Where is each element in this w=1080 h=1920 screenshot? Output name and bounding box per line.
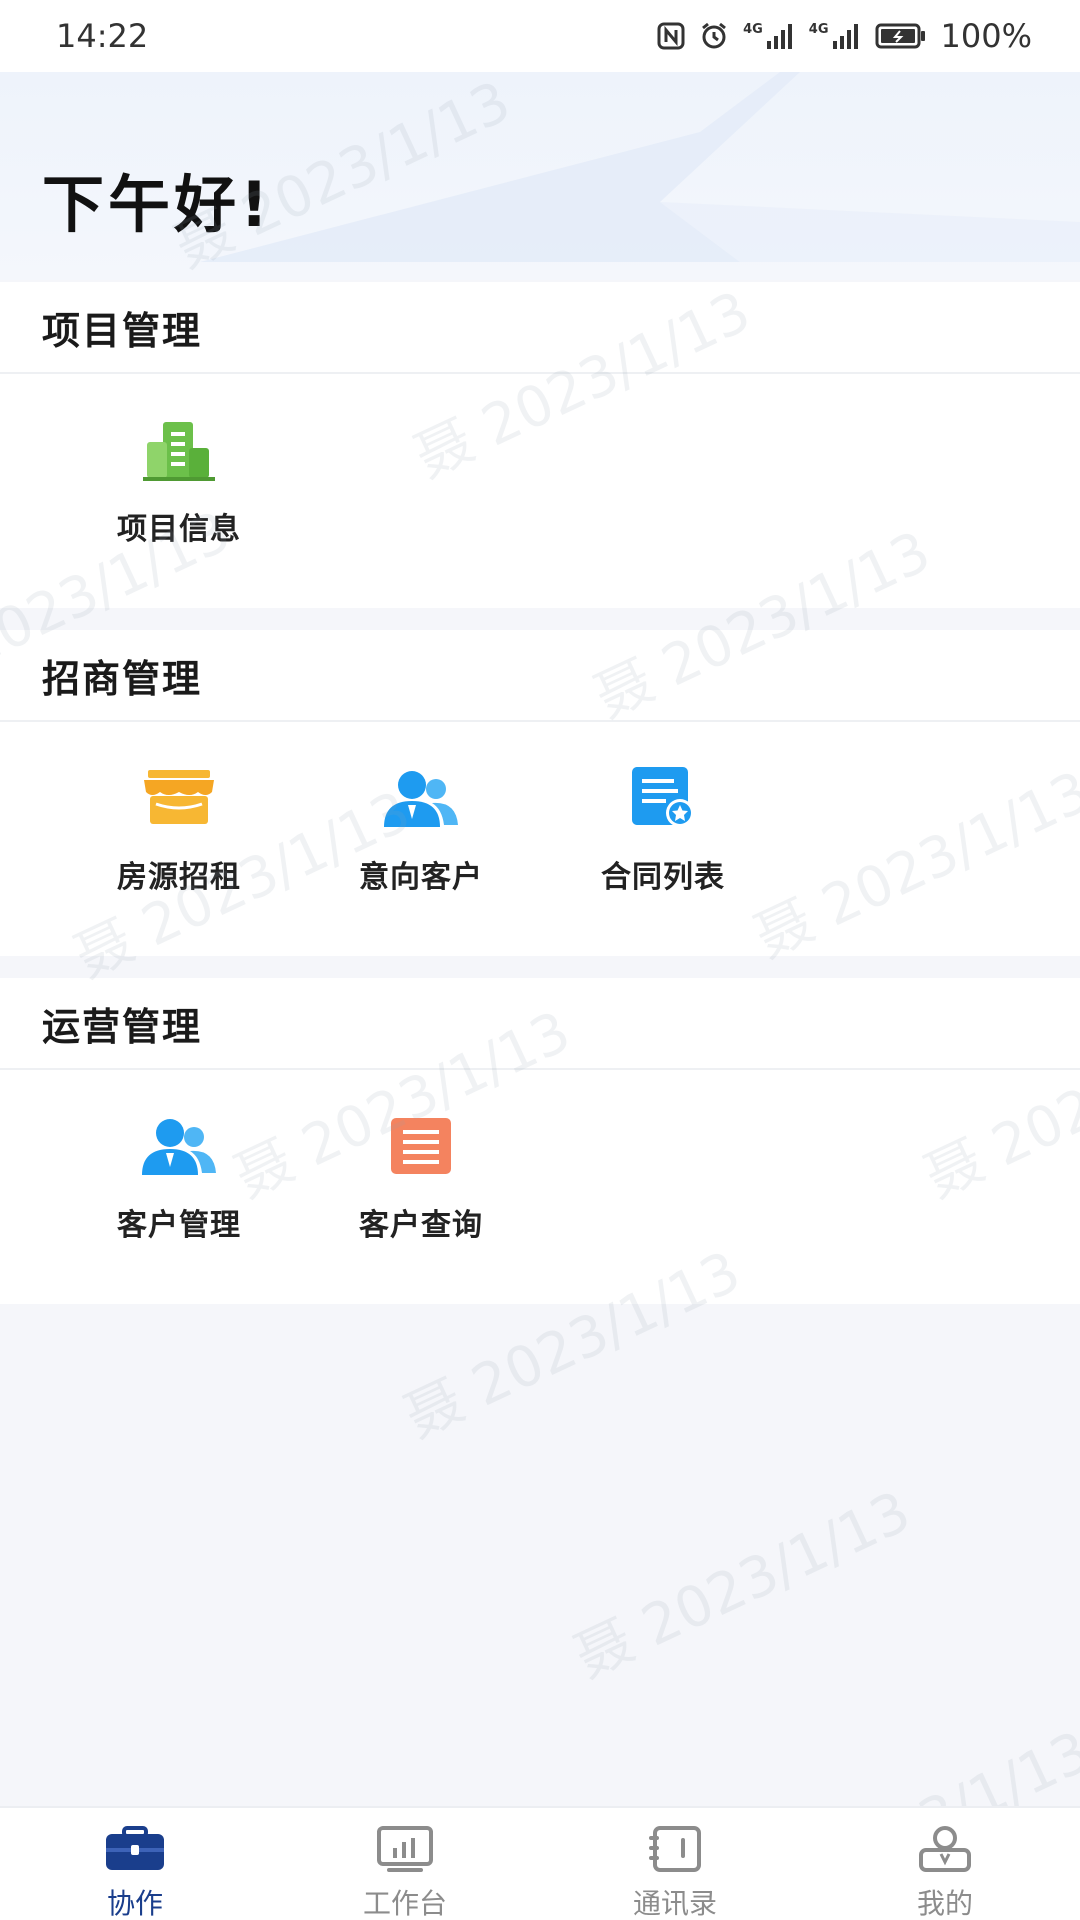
section-title: 运营管理 <box>0 978 1080 1070</box>
dashboard-icon <box>375 1826 435 1876</box>
tab-collaboration[interactable]: 协作 <box>35 1808 235 1920</box>
section-operations-management: 运营管理 客户管理 客户查询 <box>0 978 1080 1304</box>
section-leasing-management: 招商管理 房源招租 意向客户 合同列表 <box>0 630 1080 956</box>
item-label: 意向客户 <box>359 860 483 895</box>
document-list-icon <box>381 1106 461 1186</box>
nfc-icon <box>657 22 685 50</box>
greeting-header: 下午好! <box>0 72 1080 280</box>
battery-icon <box>875 23 927 49</box>
section-project-management: 项目管理 项目信息 <box>0 282 1080 608</box>
status-icons: 4G 4G 100% <box>657 17 1032 55</box>
item-label: 合同列表 <box>601 860 725 895</box>
users-icon <box>381 758 461 838</box>
user-profile-icon <box>917 1826 973 1876</box>
signal-4g-icon: 4G <box>809 23 861 49</box>
tab-mine[interactable]: 我的 <box>845 1808 1045 1920</box>
battery-percent: 100% <box>940 17 1032 55</box>
status-time: 14:22 <box>56 17 149 55</box>
intended-customers-button[interactable]: 意向客户 <box>300 758 542 896</box>
tab-label: 工作台 <box>362 1887 447 1920</box>
signal-4g-icon: 4G <box>743 23 795 49</box>
item-label: 客户管理 <box>117 1208 241 1243</box>
watermark: 聂 2023/1/13 <box>565 1479 921 1691</box>
section-grid: 房源招租 意向客户 合同列表 <box>0 722 1080 896</box>
item-label: 房源招租 <box>117 860 241 895</box>
app-screen: 14:22 4G 4G 100% 下午好! 项目管理 项目信息 招商管理 房源招… <box>0 0 1080 1920</box>
alarm-icon <box>699 22 729 50</box>
property-rental-button[interactable]: 房源招租 <box>58 758 300 896</box>
customer-query-button[interactable]: 客户查询 <box>300 1106 542 1244</box>
customer-management-button[interactable]: 客户管理 <box>58 1106 300 1244</box>
greeting-title: 下午好! <box>42 168 273 241</box>
contract-list-button[interactable]: 合同列表 <box>542 758 784 896</box>
section-title: 项目管理 <box>0 282 1080 374</box>
briefcase-icon <box>104 1826 166 1876</box>
storefront-icon <box>139 758 219 838</box>
tab-contacts[interactable]: 通讯录 <box>575 1808 775 1920</box>
status-bar: 14:22 4G 4G 100% <box>0 0 1080 72</box>
building-icon <box>139 410 219 490</box>
project-info-button[interactable]: 项目信息 <box>58 410 300 548</box>
section-grid: 客户管理 客户查询 <box>0 1070 1080 1244</box>
section-grid: 项目信息 <box>0 374 1080 548</box>
tab-label: 协作 <box>106 1887 163 1920</box>
contract-list-icon <box>623 758 703 838</box>
contacts-book-icon <box>647 1826 703 1876</box>
section-title: 招商管理 <box>0 630 1080 722</box>
item-label: 客户查询 <box>359 1208 483 1243</box>
bottom-tab-bar: 协作 工作台 通讯录 我的 <box>0 1806 1080 1920</box>
users-icon <box>139 1106 219 1186</box>
item-label: 项目信息 <box>117 512 241 547</box>
tab-label: 我的 <box>916 1887 973 1920</box>
tab-label: 通讯录 <box>632 1887 717 1920</box>
tab-workbench[interactable]: 工作台 <box>305 1808 505 1920</box>
